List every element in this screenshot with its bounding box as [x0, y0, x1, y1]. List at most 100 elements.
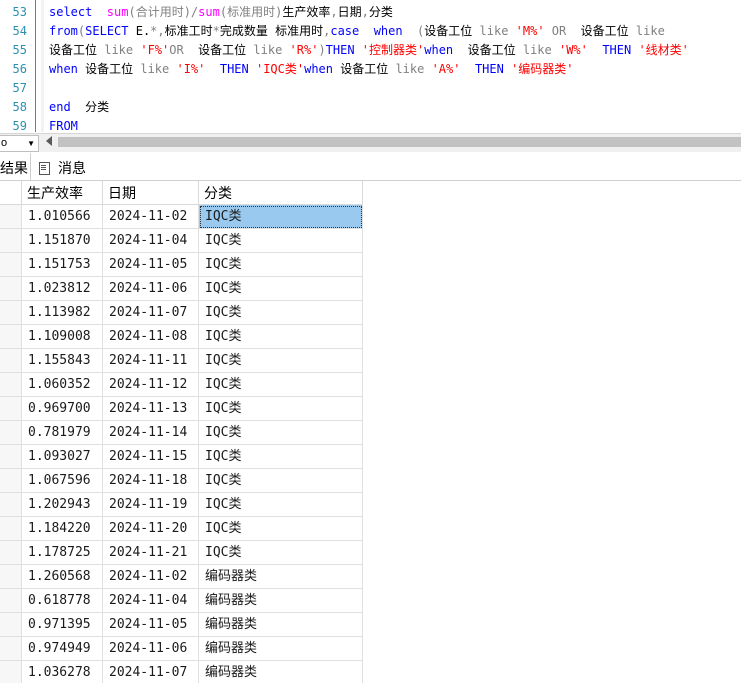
cell-date[interactable]: 2024-11-02 — [103, 205, 199, 229]
cell-category[interactable]: 编码器类 — [199, 589, 363, 613]
cell-efficiency[interactable]: 1.093027 — [22, 445, 103, 469]
table-row[interactable]: 0.974949 2024-11-06 编码器类 — [0, 637, 363, 661]
row-header[interactable] — [0, 325, 22, 349]
cell-efficiency[interactable]: 1.202943 — [22, 493, 103, 517]
cell-efficiency[interactable]: 0.618778 — [22, 589, 103, 613]
cell-efficiency[interactable]: 1.155843 — [22, 349, 103, 373]
cell-efficiency[interactable]: 0.971395 — [22, 613, 103, 637]
table-row[interactable]: 0.969700 2024-11-13 IQC类 — [0, 397, 363, 421]
table-row[interactable]: 1.155843 2024-11-11 IQC类 — [0, 349, 363, 373]
cell-date[interactable]: 2024-11-04 — [103, 229, 199, 253]
row-header[interactable] — [0, 493, 22, 517]
cell-date[interactable]: 2024-11-21 — [103, 541, 199, 565]
cell-date[interactable]: 2024-11-18 — [103, 469, 199, 493]
cell-date[interactable]: 2024-11-13 — [103, 397, 199, 421]
cell-category[interactable]: IQC类 — [199, 421, 363, 445]
cell-efficiency[interactable]: 0.974949 — [22, 637, 103, 661]
cell-efficiency[interactable]: 1.010566 — [22, 205, 103, 229]
cell-category[interactable]: IQC类 — [199, 301, 363, 325]
row-header[interactable] — [0, 613, 22, 637]
cell-date[interactable]: 2024-11-15 — [103, 445, 199, 469]
cell-efficiency[interactable]: 1.023812 — [22, 277, 103, 301]
row-header[interactable] — [0, 661, 22, 683]
results-grid[interactable]: 生产效率 日期 分类 1.010566 2024-11-02 IQC类 1.15187… — [0, 181, 741, 683]
cell-category[interactable]: IQC类 — [199, 493, 363, 517]
cell-category[interactable]: IQC类 — [199, 253, 363, 277]
cell-date[interactable]: 2024-11-04 — [103, 589, 199, 613]
cell-category[interactable]: IQC类 — [199, 229, 363, 253]
cell-date[interactable]: 2024-11-11 — [103, 349, 199, 373]
row-header[interactable] — [0, 541, 22, 565]
scrollbar-thumb[interactable] — [58, 137, 741, 147]
table-row[interactable]: 1.184220 2024-11-20 IQC类 — [0, 517, 363, 541]
cell-category[interactable]: 编码器类 — [199, 637, 363, 661]
table-row[interactable]: 0.781979 2024-11-14 IQC类 — [0, 421, 363, 445]
cell-efficiency[interactable]: 1.184220 — [22, 517, 103, 541]
row-header[interactable] — [0, 349, 22, 373]
tab-messages[interactable]: 消息 — [36, 153, 96, 180]
table-row[interactable]: 1.060352 2024-11-12 IQC类 — [0, 373, 363, 397]
row-header[interactable] — [0, 205, 22, 229]
cell-date[interactable]: 2024-11-05 — [103, 253, 199, 277]
row-header[interactable] — [0, 517, 22, 541]
row-header[interactable] — [0, 277, 22, 301]
cell-category[interactable]: IQC类 — [199, 205, 363, 229]
table-row[interactable]: 1.178725 2024-11-21 IQC类 — [0, 541, 363, 565]
cell-category[interactable]: IQC类 — [199, 349, 363, 373]
cell-date[interactable]: 2024-11-20 — [103, 517, 199, 541]
tab-results[interactable]: 结果 — [0, 153, 31, 180]
row-header[interactable] — [0, 445, 22, 469]
cell-category[interactable]: IQC类 — [199, 517, 363, 541]
cell-efficiency[interactable]: 1.036278 — [22, 661, 103, 683]
cell-date[interactable]: 2024-11-06 — [103, 637, 199, 661]
table-row[interactable]: 1.260568 2024-11-02 编码器类 — [0, 565, 363, 589]
cell-category[interactable]: 编码器类 — [199, 613, 363, 637]
cell-category[interactable]: IQC类 — [199, 469, 363, 493]
table-row[interactable]: 1.010566 2024-11-02 IQC类 — [0, 205, 363, 229]
cell-category[interactable]: IQC类 — [199, 277, 363, 301]
cell-category[interactable]: IQC类 — [199, 541, 363, 565]
cell-efficiency[interactable]: 1.151753 — [22, 253, 103, 277]
cell-category[interactable]: IQC类 — [199, 373, 363, 397]
cell-date[interactable]: 2024-11-19 — [103, 493, 199, 517]
table-row[interactable]: 1.113982 2024-11-07 IQC类 — [0, 301, 363, 325]
table-row[interactable]: 0.618778 2024-11-04 编码器类 — [0, 589, 363, 613]
sql-editor[interactable]: 53 54 55 56 57 58 59 select sum(合计用时)/sum(标准用时… — [0, 0, 741, 132]
cell-date[interactable]: 2024-11-12 — [103, 373, 199, 397]
scroll-left-arrow-icon[interactable] — [46, 136, 52, 146]
cell-date[interactable]: 2024-11-05 — [103, 613, 199, 637]
horizontal-scrollbar[interactable]: o ▼ — [0, 133, 741, 152]
row-header[interactable] — [0, 229, 22, 253]
table-row[interactable]: 1.023812 2024-11-06 IQC类 — [0, 277, 363, 301]
cell-date[interactable]: 2024-11-07 — [103, 661, 199, 683]
cell-category[interactable]: 编码器类 — [199, 661, 363, 683]
table-row[interactable]: 1.151870 2024-11-04 IQC类 — [0, 229, 363, 253]
row-header[interactable] — [0, 301, 22, 325]
cell-efficiency[interactable]: 1.067596 — [22, 469, 103, 493]
zoom-dropdown[interactable]: o ▼ — [0, 135, 39, 152]
cell-date[interactable]: 2024-11-02 — [103, 565, 199, 589]
cell-category[interactable]: IQC类 — [199, 397, 363, 421]
row-header[interactable] — [0, 373, 22, 397]
row-header[interactable] — [0, 469, 22, 493]
row-header[interactable] — [0, 253, 22, 277]
table-row[interactable]: 1.093027 2024-11-15 IQC类 — [0, 445, 363, 469]
table-row[interactable]: 1.202943 2024-11-19 IQC类 — [0, 493, 363, 517]
table-row[interactable]: 1.151753 2024-11-05 IQC类 — [0, 253, 363, 277]
cell-date[interactable]: 2024-11-14 — [103, 421, 199, 445]
cell-efficiency[interactable]: 0.969700 — [22, 397, 103, 421]
cell-efficiency[interactable]: 0.781979 — [22, 421, 103, 445]
cell-efficiency[interactable]: 1.151870 — [22, 229, 103, 253]
table-row[interactable]: 1.067596 2024-11-18 IQC类 — [0, 469, 363, 493]
table-row[interactable]: 1.036278 2024-11-07 编码器类 — [0, 661, 363, 683]
cell-efficiency[interactable]: 1.178725 — [22, 541, 103, 565]
row-header[interactable] — [0, 421, 22, 445]
table-row[interactable]: 0.971395 2024-11-05 编码器类 — [0, 613, 363, 637]
cell-efficiency[interactable]: 1.060352 — [22, 373, 103, 397]
column-header-date[interactable]: 日期 — [103, 181, 199, 205]
cell-date[interactable]: 2024-11-07 — [103, 301, 199, 325]
cell-date[interactable]: 2024-11-06 — [103, 277, 199, 301]
cell-category[interactable]: 编码器类 — [199, 565, 363, 589]
row-header[interactable] — [0, 397, 22, 421]
cell-efficiency[interactable]: 1.260568 — [22, 565, 103, 589]
